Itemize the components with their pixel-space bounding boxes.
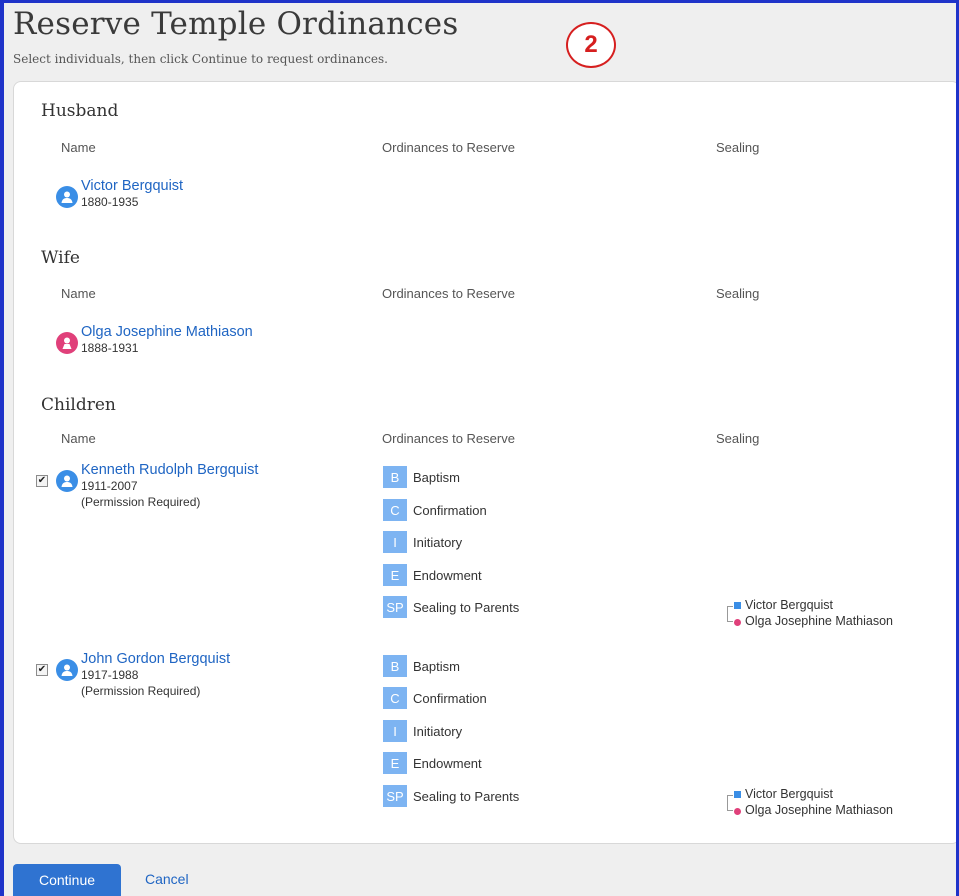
ordinance-code-badge: E [383, 752, 407, 774]
husband-ordinances-column-header: Ordinances to Reserve [382, 140, 515, 155]
ordinance-code-badge: I [383, 720, 407, 742]
ordinance-label: Endowment [413, 755, 482, 771]
ordinance-label: Confirmation [413, 502, 487, 518]
female-dot-icon [734, 619, 741, 626]
ordinance-label: Endowment [413, 567, 482, 583]
ordinance-code-badge: B [383, 466, 407, 488]
ordinance-label: Confirmation [413, 690, 487, 706]
children-ordinances-column-header: Ordinances to Reserve [382, 431, 515, 446]
male-person-icon [56, 186, 78, 208]
female-person-icon [56, 332, 78, 354]
page-subtitle: Select individuals, then click Continue … [13, 52, 388, 66]
ordinance-baptism: B Baptism [383, 466, 460, 488]
husband-section-title: Husband [41, 101, 119, 121]
child-name-link[interactable]: Kenneth Rudolph Bergquist [81, 462, 258, 478]
wife-section-title: Wife [41, 248, 80, 268]
husband-dates: 1880-1935 [81, 195, 139, 209]
ordinance-code-badge: C [383, 499, 407, 521]
ordinance-code-badge: SP [383, 785, 407, 807]
child-name-link[interactable]: John Gordon Bergquist [81, 651, 230, 667]
wife-ordinances-column-header: Ordinances to Reserve [382, 286, 515, 301]
husband-person: Victor Bergquist 1880-1935 [56, 178, 183, 210]
ordinance-sealing-to-parents: SP Sealing to Parents [383, 596, 519, 618]
sealing-father-name: Victor Bergquist [745, 787, 834, 801]
ordinances-card: Husband Name Ordinances to Reserve Seali… [13, 81, 959, 844]
ordinance-code-badge: SP [383, 596, 407, 618]
wife-person: Olga Josephine Mathiason 1888-1931 [56, 324, 253, 356]
husband-sealing-column-header: Sealing [716, 140, 760, 155]
step-number-badge: 2 [566, 22, 616, 68]
permission-required-note: (Permission Required) [81, 684, 201, 698]
cancel-link[interactable]: Cancel [145, 871, 189, 887]
child-select-checkbox[interactable]: ✔ [36, 664, 48, 676]
children-section-title: Children [41, 395, 116, 415]
child-person: John Gordon Bergquist 1917-1988 (Permiss… [56, 651, 230, 699]
husband-name-link[interactable]: Victor Bergquist [81, 178, 183, 194]
ordinance-code-badge: I [383, 531, 407, 553]
ordinance-sealing-to-parents: SP Sealing to Parents [383, 785, 519, 807]
ordinance-initiatory: I Initiatory [383, 720, 462, 742]
wife-dates: 1888-1931 [81, 341, 139, 355]
ordinance-label: Sealing to Parents [413, 788, 520, 804]
child-dates: 1917-1988 [81, 668, 139, 682]
ordinance-code-badge: E [383, 564, 407, 586]
male-square-icon [734, 602, 741, 609]
sealing-connector [727, 795, 733, 811]
sealing-mother-name: Olga Josephine Mathiason [745, 803, 894, 817]
sealing-father-name: Victor Bergquist [745, 598, 834, 612]
male-person-icon [56, 470, 78, 492]
male-square-icon [734, 791, 741, 798]
sealing-mother-name: Olga Josephine Mathiason [745, 614, 894, 628]
ordinance-label: Initiatory [413, 723, 463, 739]
sealing-connector [727, 606, 733, 622]
ordinance-endowment: E Endowment [383, 752, 482, 774]
ordinance-confirmation: C Confirmation [383, 687, 487, 709]
ordinance-label: Initiatory [413, 534, 463, 550]
ordinance-label: Baptism [413, 658, 460, 674]
husband-name-column-header: Name [61, 140, 96, 155]
wife-name-column-header: Name [61, 286, 96, 301]
ordinance-endowment: E Endowment [383, 564, 482, 586]
sealing-parents: Victor Bergquist Olga Josephine Mathiaso… [727, 598, 947, 632]
ordinance-label: Baptism [413, 469, 460, 485]
ordinance-initiatory: I Initiatory [383, 531, 462, 553]
ordinance-code-badge: B [383, 655, 407, 677]
ordinance-code-badge: C [383, 687, 407, 709]
children-name-column-header: Name [61, 431, 96, 446]
page-title: Reserve Temple Ordinances [13, 6, 459, 42]
children-sealing-column-header: Sealing [716, 431, 760, 446]
ordinance-label: Sealing to Parents [413, 599, 520, 615]
continue-button[interactable]: Continue [13, 864, 121, 896]
child-person: Kenneth Rudolph Bergquist 1911-2007 (Per… [56, 462, 258, 510]
ordinance-confirmation: C Confirmation [383, 499, 487, 521]
child-select-checkbox[interactable]: ✔ [36, 475, 48, 487]
female-dot-icon [734, 808, 741, 815]
wife-sealing-column-header: Sealing [716, 286, 760, 301]
wife-name-link[interactable]: Olga Josephine Mathiason [81, 324, 253, 340]
ordinance-baptism: B Baptism [383, 655, 460, 677]
child-dates: 1911-2007 [81, 479, 138, 493]
male-person-icon [56, 659, 78, 681]
sealing-parents: Victor Bergquist Olga Josephine Mathiaso… [727, 787, 947, 821]
permission-required-note: (Permission Required) [81, 495, 201, 509]
